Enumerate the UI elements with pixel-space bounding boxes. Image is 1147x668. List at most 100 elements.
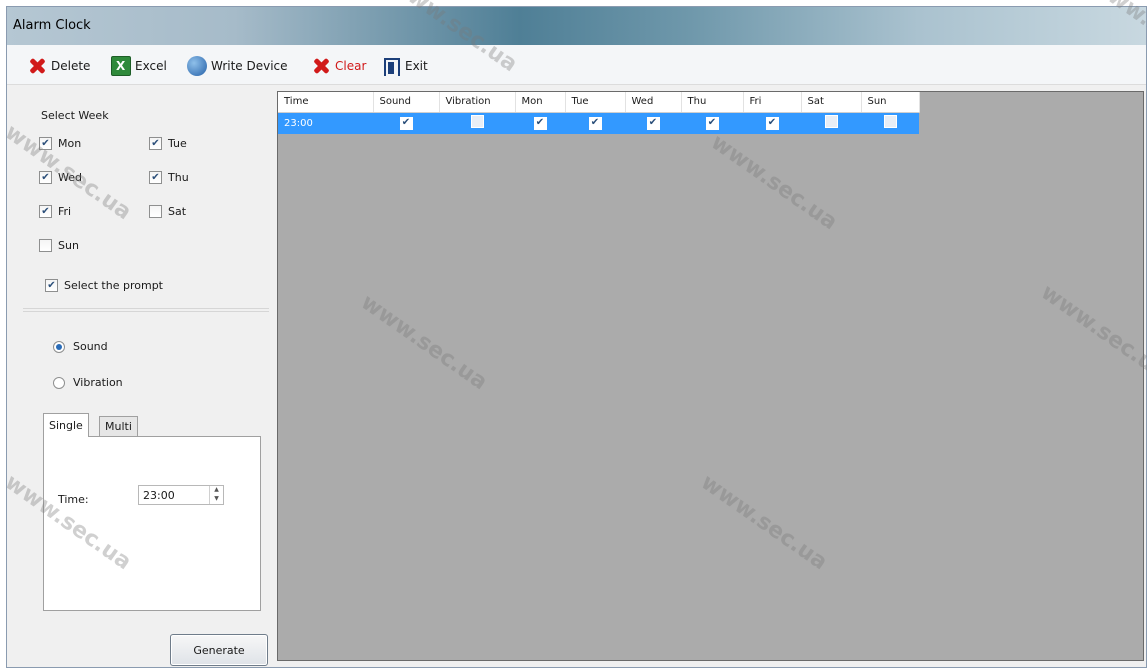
spinner-up-icon[interactable]: ▲ bbox=[210, 486, 223, 495]
exit-button[interactable]: Exit bbox=[381, 55, 428, 77]
globe-icon bbox=[187, 56, 207, 76]
cell-checkbox[interactable]: ✔ bbox=[533, 116, 547, 130]
col-header-time[interactable]: Time bbox=[278, 92, 374, 113]
checkbox-sun-label: Sun bbox=[58, 239, 79, 252]
excel-button[interactable]: Excel bbox=[111, 55, 167, 77]
exit-icon bbox=[381, 56, 401, 76]
radio-vibration[interactable]: Vibration bbox=[53, 376, 123, 389]
time-tabs: Single Multi Time: 23:00 ▲ ▼ bbox=[43, 413, 263, 614]
cell-vibration[interactable] bbox=[439, 112, 515, 134]
title-bar[interactable]: Alarm Clock bbox=[7, 7, 1146, 45]
checkbox-sat[interactable]: Sat bbox=[149, 205, 186, 218]
checkbox-sun[interactable]: Sun bbox=[39, 239, 79, 252]
radio-sound-label: Sound bbox=[73, 340, 108, 353]
spinner-arrows[interactable]: ▲ ▼ bbox=[209, 486, 223, 504]
cell-checkbox[interactable]: ✔ bbox=[765, 116, 779, 130]
cell-checkbox[interactable] bbox=[470, 115, 484, 129]
window-title: Alarm Clock bbox=[13, 18, 91, 33]
select-prompt-label: Select the prompt bbox=[64, 279, 163, 292]
cell-fri[interactable]: ✔ bbox=[743, 112, 801, 134]
time-spinner-value[interactable]: 23:00 bbox=[139, 489, 209, 502]
settings-panel: Select Week ✔ Mon ✔ Tue ✔ Wed ✔ Thu ✔ Fr… bbox=[23, 99, 269, 666]
checkbox-sat-label: Sat bbox=[168, 205, 187, 218]
cell-checkbox[interactable] bbox=[883, 115, 897, 129]
alert-mode-group: Sound Vibration bbox=[23, 311, 269, 411]
checkbox-sun-box[interactable] bbox=[39, 239, 52, 252]
checkbox-mon[interactable]: ✔ Mon bbox=[39, 137, 81, 150]
checkbox-fri[interactable]: ✔ Fri bbox=[39, 205, 71, 218]
checkbox-select-prompt[interactable]: ✔ Select the prompt bbox=[45, 279, 163, 292]
col-header-vibration[interactable]: Vibration bbox=[439, 92, 516, 113]
radio-sound-dot[interactable] bbox=[53, 340, 65, 353]
alarm-grid[interactable]: Time Sound Vibration Mon Tue Wed Thu Fri… bbox=[277, 91, 1144, 661]
cell-sat[interactable] bbox=[801, 112, 861, 134]
excel-icon bbox=[111, 56, 131, 76]
exit-label: Exit bbox=[405, 59, 428, 73]
checkbox-wed-box[interactable]: ✔ bbox=[39, 171, 52, 184]
cell-tue[interactable]: ✔ bbox=[565, 112, 625, 134]
cell-checkbox[interactable]: ✔ bbox=[399, 116, 413, 130]
delete-button[interactable]: Delete bbox=[27, 55, 90, 77]
checkbox-thu[interactable]: ✔ Thu bbox=[149, 171, 189, 184]
cell-checkbox[interactable] bbox=[824, 115, 838, 129]
write-device-button[interactable]: Write Device bbox=[187, 55, 288, 77]
radio-vibration-label: Vibration bbox=[73, 376, 123, 389]
select-week-title: Select Week bbox=[41, 109, 109, 122]
checkbox-tue-box[interactable]: ✔ bbox=[149, 137, 162, 150]
checkbox-wed[interactable]: ✔ Wed bbox=[39, 171, 82, 184]
delete-label: Delete bbox=[51, 59, 91, 73]
checkbox-select-prompt-box[interactable]: ✔ bbox=[45, 279, 58, 292]
cell-checkbox[interactable]: ✔ bbox=[588, 116, 602, 130]
time-spinner[interactable]: 23:00 ▲ ▼ bbox=[138, 485, 224, 505]
tab-single[interactable]: Single bbox=[43, 413, 89, 437]
generate-label: Generate bbox=[193, 643, 245, 657]
checkbox-sat-box[interactable] bbox=[149, 205, 162, 218]
excel-label: Excel bbox=[135, 59, 167, 73]
grid-header-row: Time Sound Vibration Mon Tue Wed Thu Fri… bbox=[278, 92, 920, 113]
col-header-thu[interactable]: Thu bbox=[681, 92, 744, 113]
checkbox-fri-box[interactable]: ✔ bbox=[39, 205, 52, 218]
single-tab-pane: Time: 23:00 ▲ ▼ bbox=[43, 436, 261, 611]
checkbox-tue-label: Tue bbox=[168, 137, 187, 150]
write-device-label: Write Device bbox=[211, 59, 288, 73]
col-header-fri[interactable]: Fri bbox=[743, 92, 802, 113]
clear-button[interactable]: Clear bbox=[311, 55, 366, 77]
col-header-wed[interactable]: Wed bbox=[625, 92, 682, 113]
cell-wed[interactable]: ✔ bbox=[625, 112, 681, 134]
checkbox-tue[interactable]: ✔ Tue bbox=[149, 137, 187, 150]
cell-thu[interactable]: ✔ bbox=[681, 112, 743, 134]
spinner-down-icon[interactable]: ▼ bbox=[210, 495, 223, 504]
col-header-sound[interactable]: Sound bbox=[373, 92, 440, 113]
tab-multi-label: Multi bbox=[105, 420, 132, 433]
col-header-sun[interactable]: Sun bbox=[861, 92, 920, 113]
checkbox-thu-label: Thu bbox=[168, 171, 189, 184]
clear-label: Clear bbox=[335, 59, 367, 73]
checkbox-thu-box[interactable]: ✔ bbox=[149, 171, 162, 184]
generate-button[interactable]: Generate bbox=[170, 634, 268, 666]
col-header-mon[interactable]: Mon bbox=[515, 92, 566, 113]
table-row[interactable]: 23:00 ✔ ✔ ✔ ✔ ✔ ✔ bbox=[278, 112, 919, 134]
radio-sound[interactable]: Sound bbox=[53, 340, 108, 353]
alarm-table: Time Sound Vibration Mon Tue Wed Thu Fri… bbox=[278, 92, 920, 134]
select-week-group: Select Week ✔ Mon ✔ Tue ✔ Wed ✔ Thu ✔ Fr… bbox=[23, 99, 269, 309]
radio-vibration-dot[interactable] bbox=[53, 376, 65, 389]
cell-sound[interactable]: ✔ bbox=[373, 112, 439, 134]
tab-single-label: Single bbox=[49, 419, 83, 432]
checkbox-mon-label: Mon bbox=[58, 137, 82, 150]
cell-sun[interactable] bbox=[861, 112, 919, 134]
toolbar: Delete Excel Write Device Clear Exit bbox=[7, 45, 1146, 85]
cell-checkbox[interactable]: ✔ bbox=[705, 116, 719, 130]
time-label: Time: bbox=[58, 493, 89, 506]
clear-icon bbox=[311, 56, 331, 76]
col-header-tue[interactable]: Tue bbox=[565, 92, 626, 113]
cell-checkbox[interactable]: ✔ bbox=[646, 116, 660, 130]
checkbox-fri-label: Fri bbox=[58, 205, 72, 218]
checkbox-mon-box[interactable]: ✔ bbox=[39, 137, 52, 150]
delete-icon bbox=[27, 56, 47, 76]
tab-multi[interactable]: Multi bbox=[99, 416, 138, 436]
cell-mon[interactable]: ✔ bbox=[515, 112, 565, 134]
col-header-sat[interactable]: Sat bbox=[801, 92, 862, 113]
checkbox-wed-label: Wed bbox=[58, 171, 82, 184]
cell-time[interactable]: 23:00 bbox=[278, 112, 373, 134]
app-window: Alarm Clock Delete Excel Write Device Cl… bbox=[6, 6, 1147, 668]
